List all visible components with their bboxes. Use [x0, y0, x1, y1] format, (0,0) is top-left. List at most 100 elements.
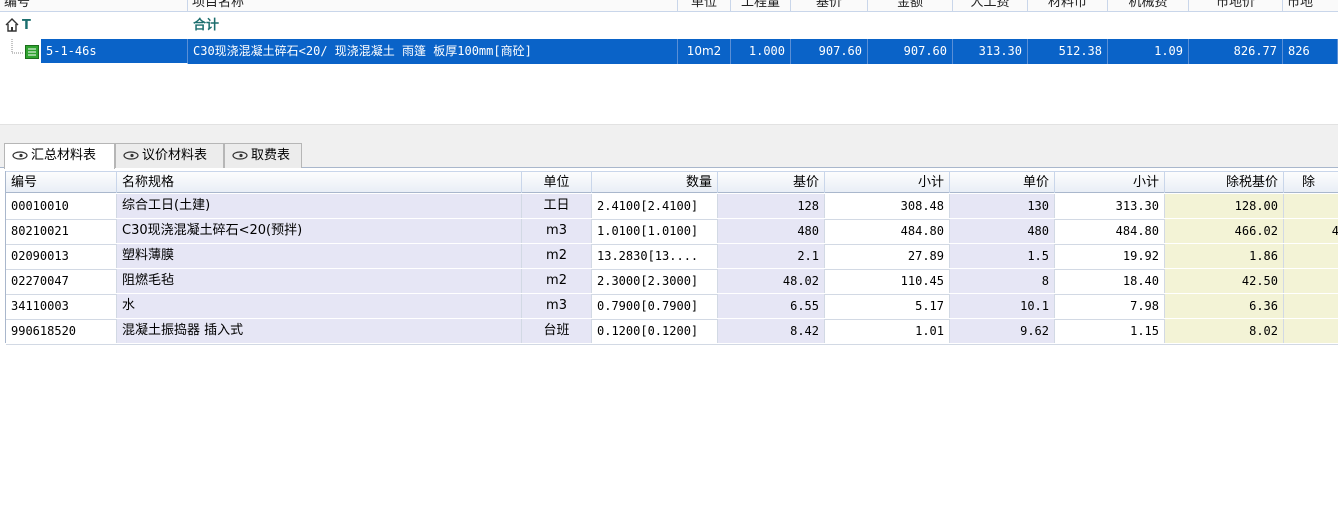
tab-bar: 汇总材料表 议价材料表 取费表 — [0, 142, 1338, 169]
cell-subtotal2: 19.92 — [1055, 244, 1165, 268]
cell-base: 8.42 — [718, 319, 825, 343]
table-row[interactable]: 02090013 塑料薄膜 m2 13.2830[13.... 2.1 27.8… — [6, 244, 1338, 270]
col-qty[interactable]: 数量 — [592, 172, 718, 193]
cell-qty: 0.7900[0.7900] — [592, 294, 718, 318]
item-labor: 313.30 — [953, 39, 1028, 64]
col-price[interactable]: 单价 — [950, 172, 1055, 193]
cell-subtotal1: 110.45 — [825, 269, 950, 293]
cell-subtotal1: 308.48 — [825, 194, 950, 218]
home-icon — [5, 18, 19, 32]
col-header-code[interactable]: 编号 — [0, 0, 188, 11]
cell-price: 130 — [950, 194, 1055, 218]
cell-subtotal2: 18.40 — [1055, 269, 1165, 293]
col-header-base-price[interactable]: 基价 — [791, 0, 868, 11]
cell-price: 10.1 — [950, 294, 1055, 318]
col-unit[interactable]: 单位 — [522, 172, 592, 193]
cell-tax-base: 1.86 — [1165, 244, 1284, 268]
col-header-market[interactable]: 市地价 — [1189, 0, 1283, 11]
item-material: 512.38 — [1028, 39, 1108, 64]
table-row[interactable]: 02270047 阻燃毛毡 m2 2.3000[2.3000] 48.02 11… — [6, 269, 1338, 295]
col-code[interactable]: 编号 — [6, 172, 117, 193]
total-code-cell[interactable]: T — [0, 13, 188, 38]
cell-subtotal1: 484.80 — [825, 219, 950, 243]
cell-base: 6.55 — [718, 294, 825, 318]
col-header-amount[interactable]: 金额 — [868, 0, 953, 11]
col-subtotal2[interactable]: 小计 — [1055, 172, 1165, 193]
top-total-row[interactable]: T 合计 — [0, 13, 1338, 38]
cell-unit: 台班 — [522, 319, 592, 343]
eye-icon — [12, 151, 28, 160]
cell-tax2 — [1284, 319, 1338, 343]
cell-unit: m2 — [522, 244, 592, 268]
cell-price: 1.5 — [950, 244, 1055, 268]
col-subtotal1[interactable]: 小计 — [825, 172, 950, 193]
cell-subtotal1: 27.89 — [825, 244, 950, 268]
col-header-name[interactable]: 项目名称 — [188, 0, 678, 11]
cell-qty: 0.1200[0.1200] — [592, 319, 718, 343]
top-item-row[interactable]: 5-1-46s C30现浇混凝土碎石<20/ 现浇混凝土 雨篷 板厚100mm[… — [0, 39, 1338, 65]
cell-tax2 — [1284, 194, 1338, 218]
col-name[interactable]: 名称规格 — [117, 172, 522, 193]
cell-name: C30现浇混凝土碎石<20(预拌) — [117, 219, 522, 243]
item-market: 826.77 — [1189, 39, 1283, 64]
cell-qty: 2.3000[2.3000] — [592, 269, 718, 293]
cell-unit: 工日 — [522, 194, 592, 218]
cell-base: 480 — [718, 219, 825, 243]
col-tax2[interactable]: 除 — [1284, 172, 1338, 193]
cell-subtotal2: 313.30 — [1055, 194, 1165, 218]
panel-splitter[interactable] — [0, 124, 1338, 142]
cell-code: 00010010 — [6, 194, 117, 218]
cell-price: 8 — [950, 269, 1055, 293]
item-qty: 1.000 — [731, 39, 791, 64]
top-grid-header: 编号 项目名称 单位 工程量 基价 金额 人工费 材料币 机械费 市地价 市地 — [0, 0, 1338, 12]
tab-label: 汇总材料表 — [31, 148, 97, 163]
table-row[interactable]: 80210021 C30现浇混凝土碎石<20(预拌) m3 1.0100[1.0… — [6, 219, 1338, 245]
col-header-unit[interactable]: 单位 — [678, 0, 731, 11]
col-header-qty[interactable]: 工程量 — [731, 0, 791, 11]
col-tax-base[interactable]: 除税基价 — [1165, 172, 1284, 193]
cell-subtotal1: 5.17 — [825, 294, 950, 318]
cell-qty: 2.4100[2.4100] — [592, 194, 718, 218]
total-name: 合计 — [193, 18, 220, 33]
cell-tax2 — [1284, 294, 1338, 318]
cell-code: 02090013 — [6, 244, 117, 268]
cell-name: 水 — [117, 294, 522, 318]
col-header-material[interactable]: 材料币 — [1028, 0, 1108, 11]
tree-connector-icon — [11, 39, 24, 54]
cell-tax-base: 42.50 — [1165, 269, 1284, 293]
tab-negotiated-materials[interactable]: 议价材料表 — [115, 143, 224, 168]
item-base-price: 907.60 — [791, 39, 868, 64]
eye-icon — [232, 151, 248, 160]
cell-name: 综合工日(土建) — [117, 194, 522, 218]
item-market2: 826 — [1283, 39, 1338, 64]
cell-tax-base: 466.02 — [1165, 219, 1284, 243]
total-code: T — [22, 18, 31, 33]
tab-label: 取费表 — [251, 148, 291, 163]
col-header-labor[interactable]: 人工费 — [953, 0, 1028, 11]
tab-fee-table[interactable]: 取费表 — [224, 143, 302, 168]
col-header-market2[interactable]: 市地 — [1283, 0, 1338, 11]
table-row[interactable]: 34110003 水 m3 0.7900[0.7900] 6.55 5.17 1… — [6, 294, 1338, 320]
cell-code: 34110003 — [6, 294, 117, 318]
cell-tax2 — [1284, 269, 1338, 293]
cell-code: 02270047 — [6, 269, 117, 293]
cell-price: 480 — [950, 219, 1055, 243]
cell-tax-base: 128.00 — [1165, 194, 1284, 218]
col-header-machine[interactable]: 机械费 — [1108, 0, 1189, 11]
table-row[interactable]: 00010010 综合工日(土建) 工日 2.4100[2.4100] 128 … — [6, 194, 1338, 220]
table-row[interactable]: 990618520 混凝土振捣器 插入式 台班 0.1200[0.1200] 8… — [6, 319, 1338, 345]
item-unit: 10m2 — [678, 39, 731, 64]
tab-summary-materials[interactable]: 汇总材料表 — [4, 143, 115, 169]
item-code: 5-1-46s — [41, 39, 188, 64]
cell-name: 塑料薄膜 — [117, 244, 522, 268]
cell-tax2 — [1284, 244, 1338, 268]
cell-subtotal2: 1.15 — [1055, 319, 1165, 343]
col-base[interactable]: 基价 — [718, 172, 825, 193]
item-machine: 1.09 — [1108, 39, 1189, 64]
cell-unit: m3 — [522, 294, 592, 318]
cell-subtotal1: 1.01 — [825, 319, 950, 343]
cell-qty: 13.2830[13.... — [592, 244, 718, 268]
cell-tax2: 4 — [1284, 219, 1338, 243]
cell-name: 混凝土振捣器 插入式 — [117, 319, 522, 343]
cell-base: 48.02 — [718, 269, 825, 293]
